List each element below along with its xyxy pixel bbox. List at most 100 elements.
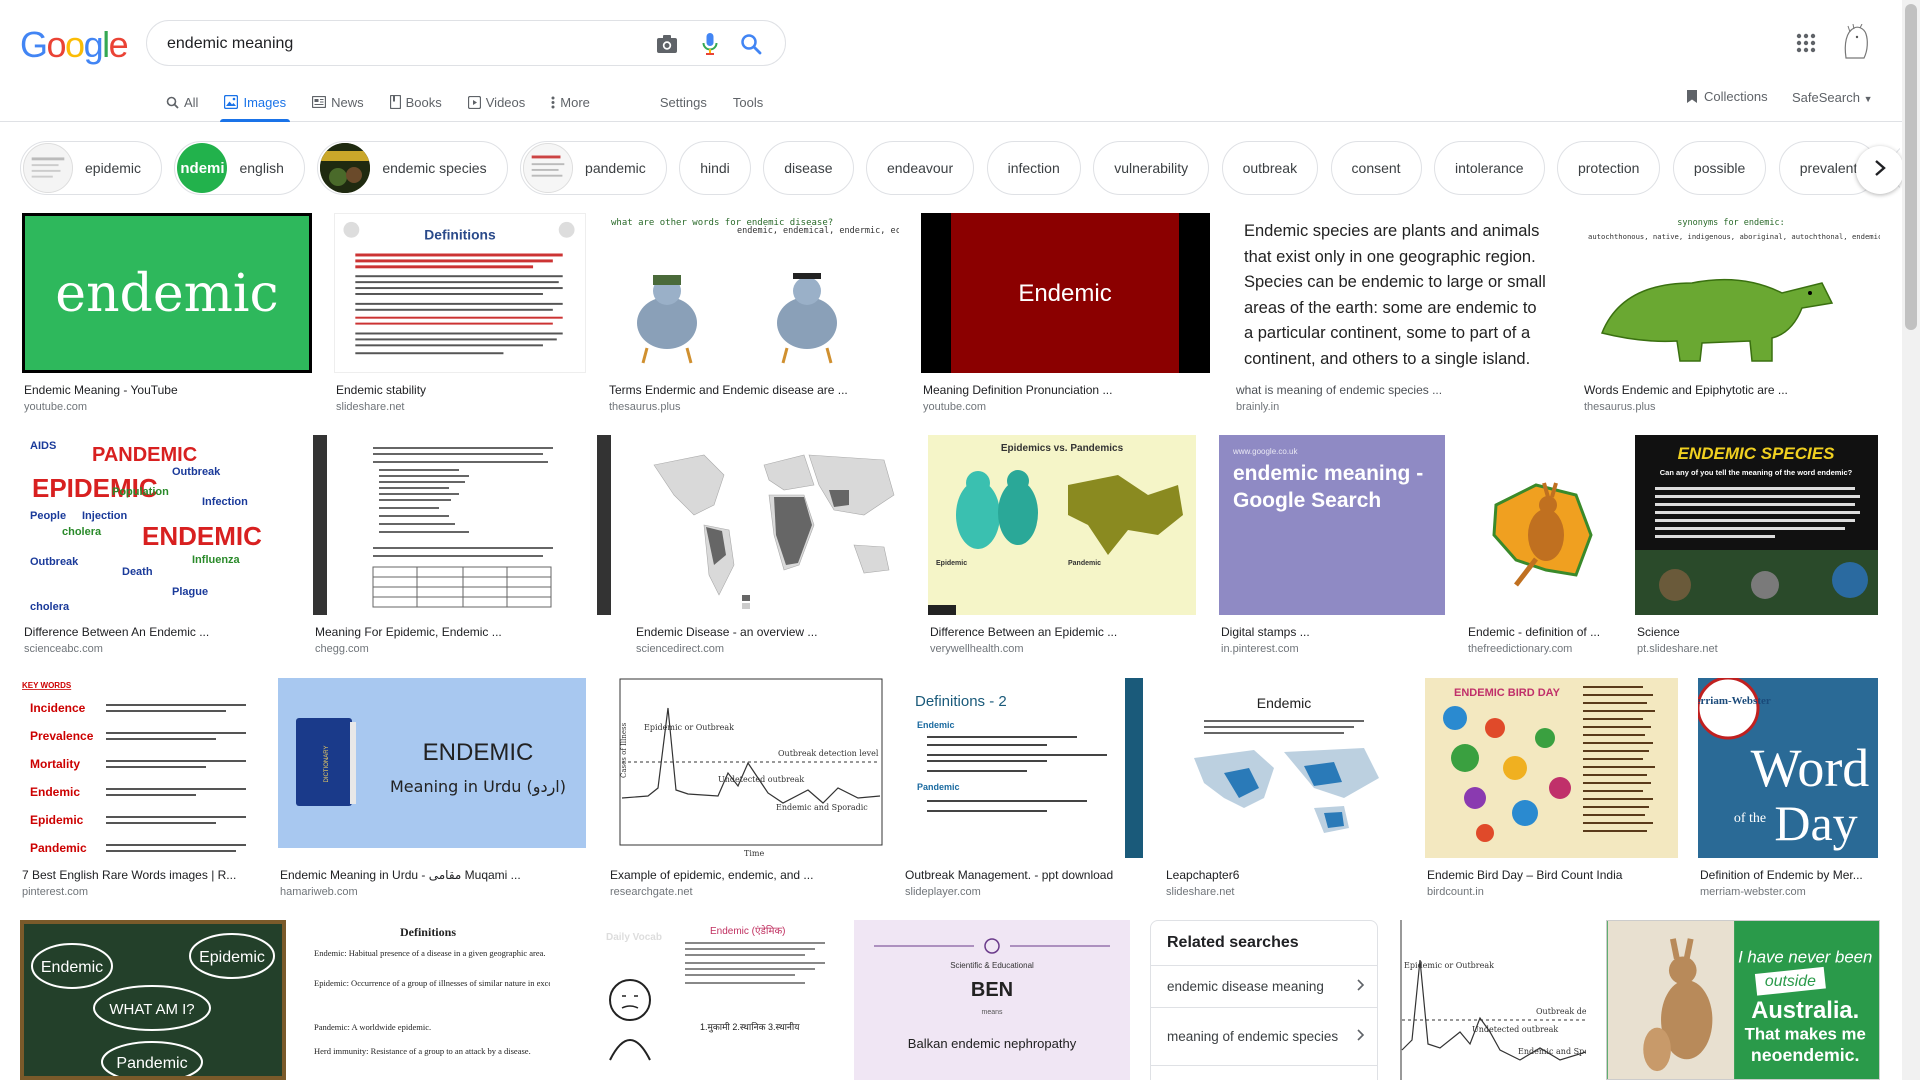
thumbnail-text: Epidemic (199, 949, 265, 966)
result-title[interactable]: Example of epidemic, endemic, and ... (610, 868, 884, 882)
image-result[interactable]: what are other words for endemic disease… (607, 213, 899, 413)
result-thumbnail: Epidemic or Outbreak Outbreak detection … (608, 678, 884, 858)
chip-consent[interactable]: consent (1330, 141, 1422, 195)
tab-videos[interactable]: Videos (467, 84, 525, 120)
image-result[interactable]: PANDEMIC EPIDEMIC ENDEMIC PANDEMIC AIDSP… (22, 435, 290, 660)
result-thumbnail: Endemic Epidemic WHAT AM I? Pandemic (20, 920, 286, 1080)
result-title[interactable]: Difference Between an Epidemic ... (930, 625, 1196, 639)
camera-icon[interactable] (655, 32, 679, 56)
result-title[interactable]: Endemic Disease - an overview ... (636, 625, 906, 639)
thumbnail-text: Pandemic (917, 782, 960, 792)
result-title[interactable]: Difference Between An Endemic ... (24, 625, 290, 639)
collections-label: Collections (1704, 89, 1768, 104)
result-title[interactable]: Endemic Bird Day – Bird Count India (1427, 868, 1678, 882)
chip-disease[interactable]: disease (763, 141, 854, 195)
tab-news[interactable]: News (312, 84, 364, 120)
tab-books[interactable]: Books (389, 84, 442, 120)
result-title[interactable]: Endemic Meaning in Urdu - مقامی Muqami .… (280, 868, 586, 882)
related-search-item[interactable]: meaning of endemic species (1151, 1007, 1377, 1065)
chip-epidemic[interactable]: epidemic (20, 141, 163, 195)
chip-vulnerability[interactable]: vulnerability (1093, 141, 1210, 195)
image-result[interactable]: KEY WORDS Incidence Prevalence Mortality… (20, 678, 258, 903)
result-title[interactable]: Science (1637, 625, 1878, 639)
thumbnail-text: Endemic species are plants and animals (1244, 222, 1540, 240)
thumbnail-text: DICTIONARY (324, 746, 330, 783)
result-title[interactable]: Outbreak Management. - ppt download (905, 868, 1143, 882)
image-result[interactable]: www.google.co.uk endemic meaning - Googl… (1219, 435, 1445, 660)
book-icon (389, 95, 401, 109)
tab-tools[interactable]: Tools (733, 84, 763, 120)
google-logo[interactable]: Google (20, 24, 129, 66)
result-thumbnail: I have never been outside Australia. Tha… (1606, 920, 1880, 1080)
image-result[interactable]: endemic Endemic Meaning - YouTube youtub… (22, 213, 312, 413)
scrollbar-thumb[interactable] (1905, 4, 1917, 330)
result-title[interactable]: Meaning For Epidemic, Endemic ... (315, 625, 611, 639)
image-result[interactable]: Scientific & Educational BEN means Balka… (854, 920, 1130, 1080)
image-result[interactable]: Epidemic or Outbreak Outbreak detec Unde… (1400, 920, 1586, 1080)
search-icon[interactable] (739, 32, 763, 56)
chip-pandemic[interactable]: pandemic (520, 141, 667, 195)
image-result[interactable]: DICTIONARY ENDEMIC Meaning in Urdu (اردو… (278, 678, 586, 903)
image-result[interactable]: Definitions Endemic stability slideshare… (334, 213, 586, 413)
result-title[interactable]: Definition of Endemic by Mer... (1700, 868, 1878, 882)
tab-settings[interactable]: Settings (660, 84, 707, 120)
image-result[interactable]: Meaning For Epidemic, Endemic ... chegg.… (313, 435, 611, 660)
microphone-icon[interactable] (698, 32, 722, 56)
thumbnail-text: Scientific & Educational (950, 961, 1034, 970)
search-input[interactable] (167, 33, 647, 55)
image-result[interactable]: ENDEMIC SPECIES Can any of you tell the … (1635, 435, 1878, 660)
chip-label: hindi (700, 160, 730, 176)
chip-intolerance[interactable]: intolerance (1434, 141, 1545, 195)
chip-hindi[interactable]: hindi (679, 141, 751, 195)
result-title[interactable]: Words Endemic and Epiphytotic are ... (1584, 383, 1880, 397)
account-avatar[interactable] (1840, 23, 1872, 65)
image-result[interactable]: Definitions - 2 Endemic Pandemic Outbrea… (903, 678, 1143, 903)
thumbnail-text: WHAT AM I? (109, 1001, 194, 1018)
chip-protection[interactable]: protection (1556, 141, 1661, 195)
image-result[interactable]: Endemic Leapchapter6 slideshare.net (1164, 678, 1404, 903)
chips-next-button[interactable] (1856, 146, 1904, 194)
image-result[interactable]: Epidemic or Outbreak Outbreak detection … (608, 678, 884, 903)
apps-grid-icon[interactable] (1796, 33, 1816, 58)
result-title[interactable]: Endemic Meaning - YouTube (24, 383, 312, 397)
image-result[interactable]: Epidemics vs. Pandemics Epidemic Pandemi… (928, 435, 1196, 660)
related-search-item[interactable] (1151, 1065, 1377, 1080)
result-title[interactable]: what is meaning of endemic species ... (1236, 383, 1536, 397)
tab-images[interactable]: Images (220, 84, 290, 122)
image-result[interactable]: Endemic Disease - an overview ... scienc… (634, 435, 906, 660)
chip-english[interactable]: ndemi english (174, 141, 305, 195)
tab-all[interactable]: All (166, 84, 198, 120)
related-search-item[interactable]: endemic disease meaning (1151, 965, 1377, 1007)
page-scrollbar[interactable] (1902, 0, 1920, 1080)
chip-infection[interactable]: infection (986, 141, 1081, 195)
result-title[interactable]: 7 Best English Rare Words images | R... (22, 868, 258, 882)
result-title[interactable]: Endemic stability (336, 383, 586, 397)
result-title[interactable]: Terms Endermic and Endemic disease are .… (609, 383, 899, 397)
image-result[interactable]: Endemic species are plants and animals t… (1234, 213, 1562, 413)
thumbnail-text: KEY WORDS (22, 681, 72, 690)
result-title[interactable]: Digital stamps ... (1221, 625, 1445, 639)
image-result[interactable]: synonyms for endemic: autochthonous, nat… (1582, 213, 1880, 413)
image-result[interactable]: ENDEMIC BIRD DAY Endemic Bird Day – Bird… (1425, 678, 1678, 903)
result-title[interactable]: Leapchapter6 (1166, 868, 1404, 882)
result-thumbnail (313, 435, 611, 615)
image-result[interactable]: Definitions Endemic: Habitual presence o… (306, 920, 550, 1080)
chevron-right-icon (1357, 1029, 1365, 1044)
chip-endemic-species[interactable]: endemic species (317, 141, 508, 195)
collections-button[interactable]: Collections (1686, 89, 1768, 104)
tab-more[interactable]: More (551, 84, 590, 120)
safesearch-dropdown[interactable]: SafeSearch ▼ (1792, 90, 1872, 105)
chip-outbreak[interactable]: outbreak (1221, 141, 1319, 195)
chip-endeavour[interactable]: endeavour (865, 141, 975, 195)
image-result[interactable]: Endemic - definition of ... thefreedicti… (1466, 435, 1612, 660)
result-title[interactable]: Endemic - definition of ... (1468, 625, 1612, 639)
chip-thumbnail (320, 143, 371, 193)
chip-possible[interactable]: possible (1672, 141, 1767, 195)
image-result[interactable]: Endemic Epidemic WHAT AM I? Pandemic (20, 920, 286, 1080)
image-result[interactable]: Merriam-Webster Word of the Day Definiti… (1698, 678, 1878, 903)
thumbnail-text: Definitions (400, 925, 456, 939)
image-result[interactable]: Daily Vocab Endemic (एंडेमिक) 1.मुकामी 2… (570, 920, 834, 1080)
image-result[interactable]: Endemic Meaning Definition Pronunciation… (921, 213, 1210, 413)
image-result[interactable]: I have never been outside Australia. Tha… (1606, 920, 1880, 1080)
result-title[interactable]: Meaning Definition Pronunciation ... (923, 383, 1210, 397)
